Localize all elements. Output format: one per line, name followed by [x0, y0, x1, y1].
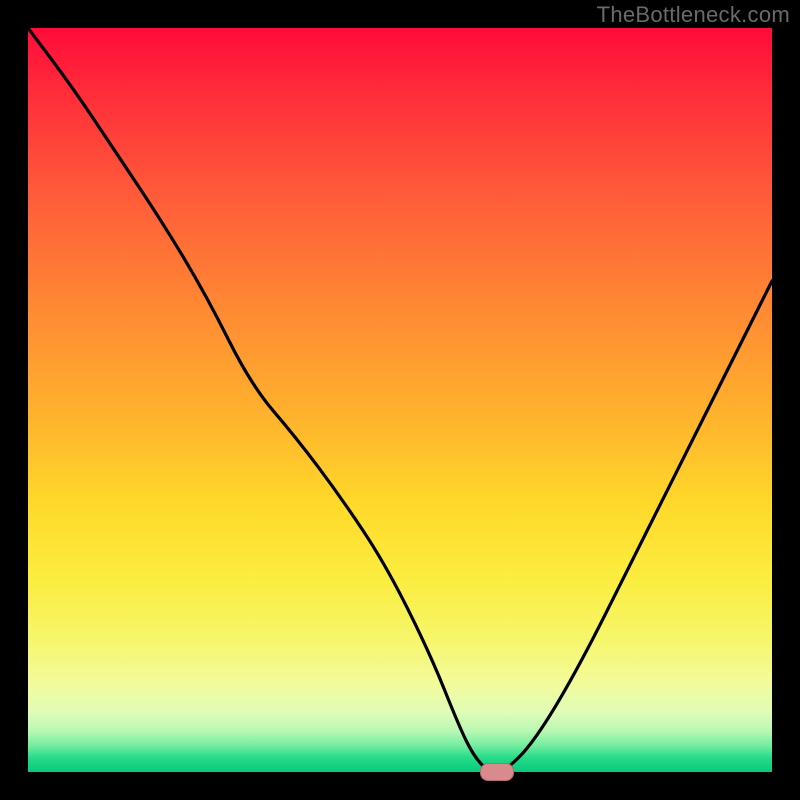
bottleneck-curve [28, 28, 772, 772]
optimum-marker [480, 763, 514, 781]
plot-area [28, 28, 772, 772]
curve-path [28, 28, 772, 772]
chart-frame: TheBottleneck.com [0, 0, 800, 800]
watermark-text: TheBottleneck.com [597, 2, 790, 28]
